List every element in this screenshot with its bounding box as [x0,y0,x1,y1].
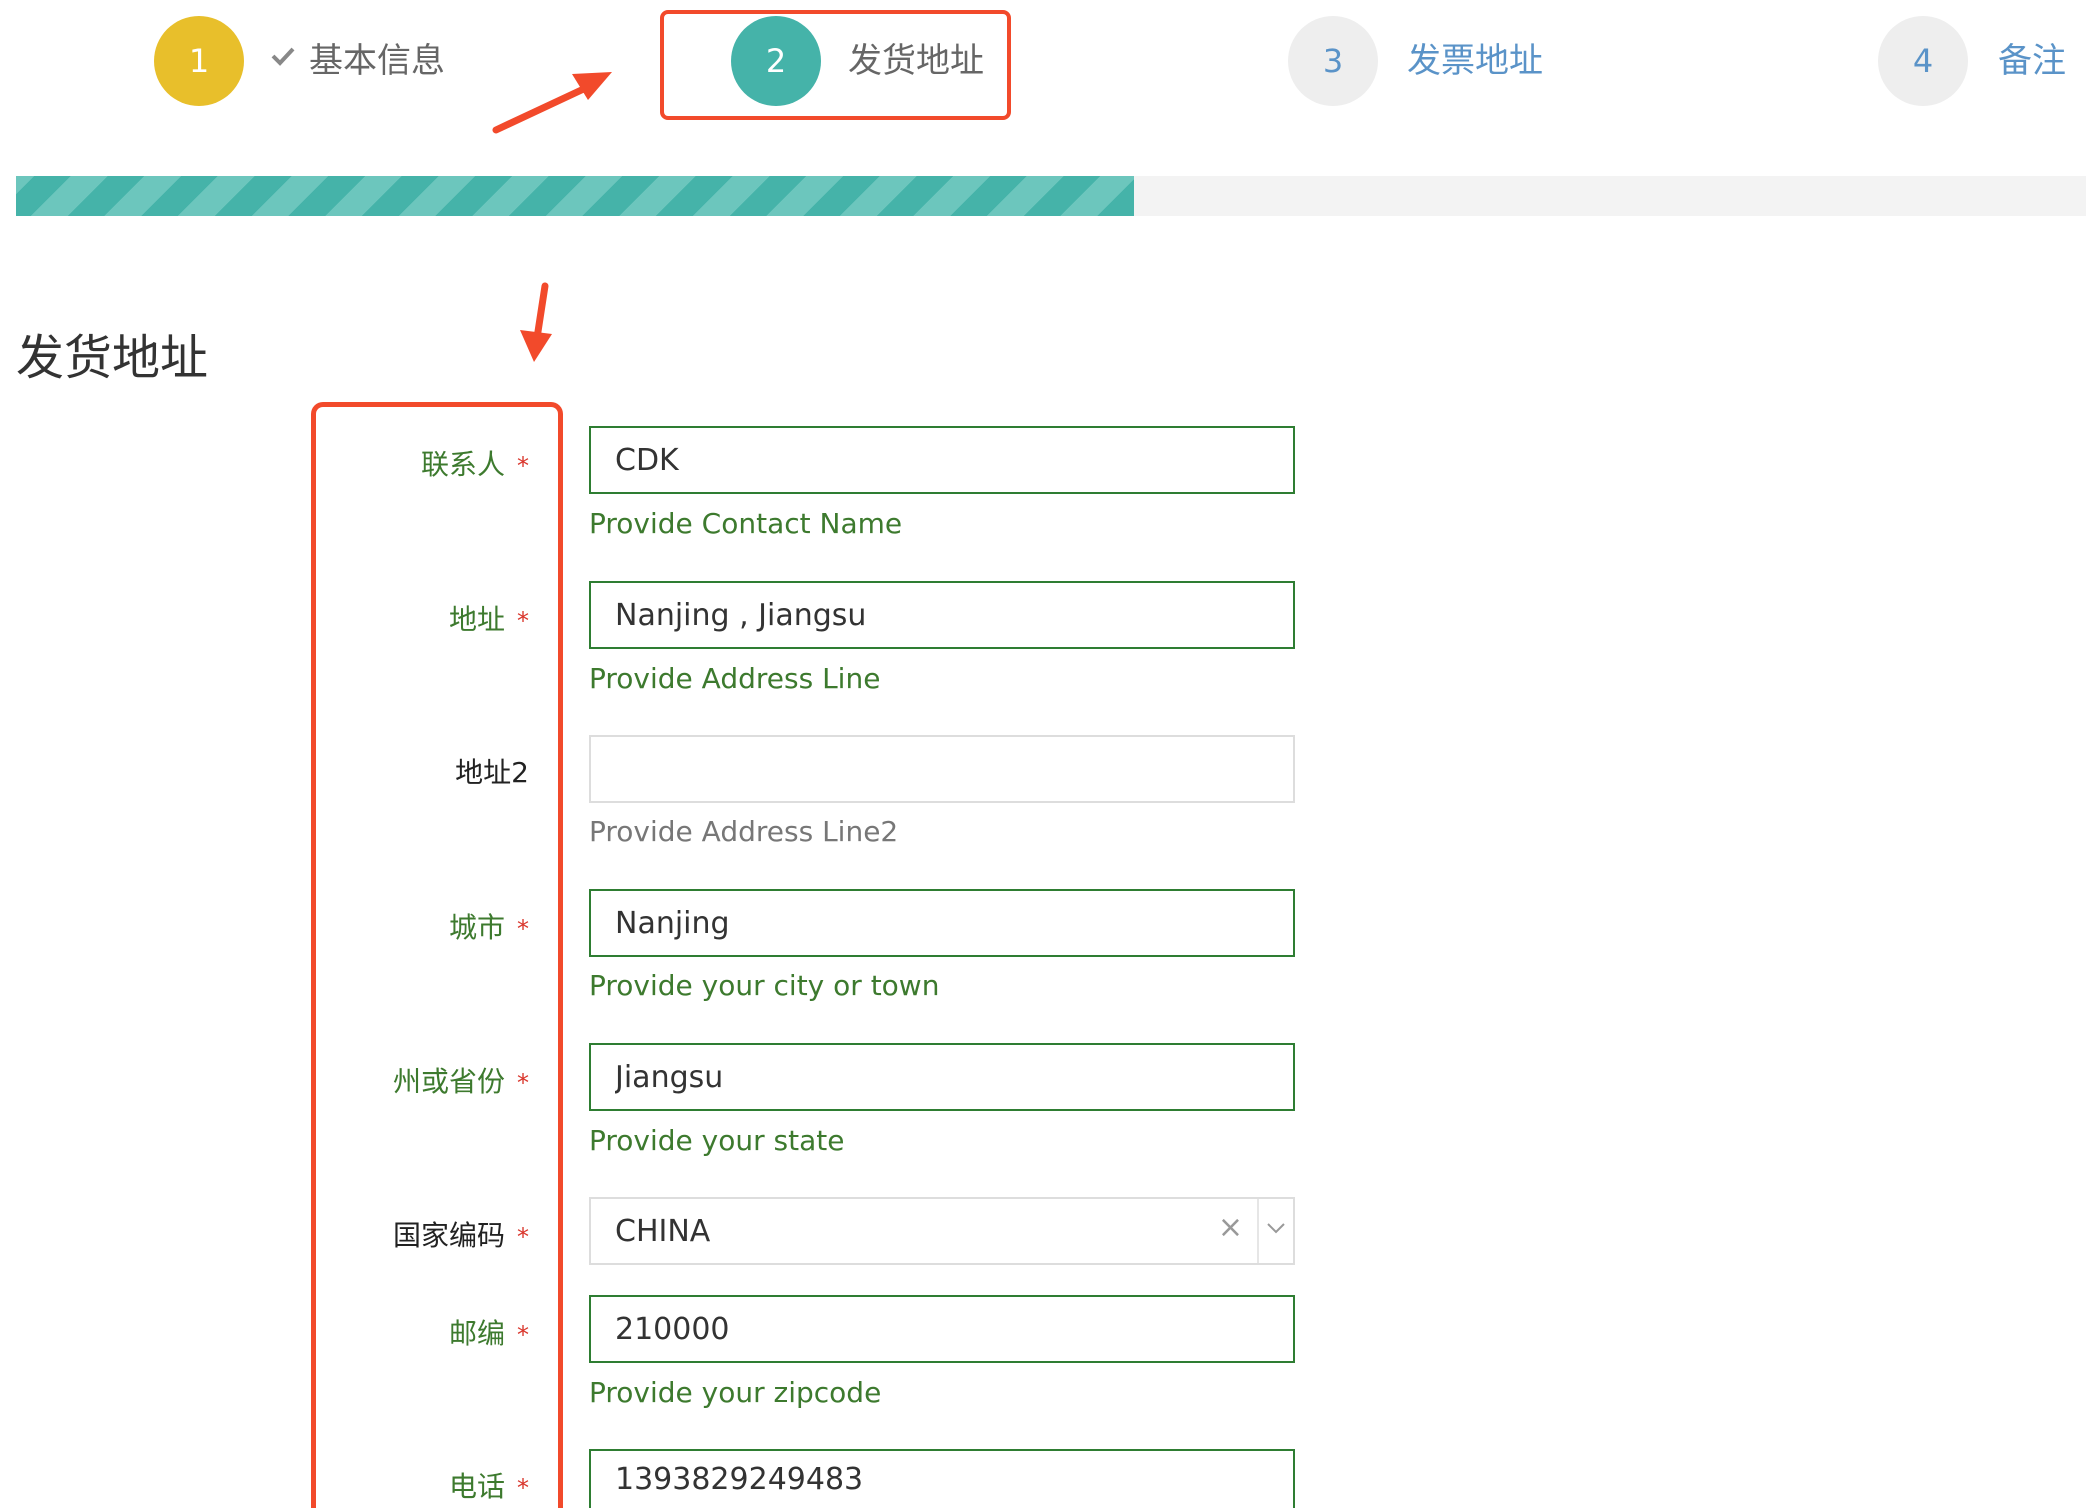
required-mark: * [517,1223,529,1251]
contact-help-text: Provide Contact Name [589,507,903,540]
progress-bar [16,176,2086,216]
step-label-3: 发票地址 [1407,41,1543,81]
country-selected-value: CHINA [615,1214,711,1249]
address-label-text: 地址 [448,603,505,636]
state-label: 州或省份 * [393,1068,529,1096]
phone-label-text: 电话 [448,1470,505,1503]
zipcode-help-text: Provide your zipcode [589,1376,882,1409]
page-title: 发货地址 [16,330,209,386]
address2-help-text: Provide Address Line2 [589,815,899,848]
contact-label: 联系人 * [421,451,529,479]
address2-label: 地址2 [455,759,529,787]
country-code-select[interactable]: CHINA × [589,1197,1295,1265]
step-number-4: 4 [1878,16,1968,106]
country-code-label-text: 国家编码 [392,1219,505,1252]
city-input[interactable] [589,889,1295,957]
zipcode-label-text: 邮编 [448,1317,505,1350]
arrow-to-step-icon [492,72,612,134]
state-input[interactable] [589,1043,1295,1111]
step-label-4: 备注 [1998,41,2066,81]
step-number-3: 3 [1288,16,1378,106]
required-mark: * [517,1321,529,1349]
required-mark: * [517,1069,529,1097]
address-label: 地址 * [449,606,529,634]
zipcode-input[interactable] [589,1295,1295,1363]
city-label-text: 城市 [448,911,505,944]
select-divider [1257,1199,1259,1263]
arrow-to-labels-icon [520,282,552,362]
required-mark: * [517,1474,529,1502]
contact-label-text: 联系人 [420,448,505,481]
city-help-text: Provide your city or town [589,969,940,1002]
state-help-text: Provide your state [589,1124,845,1157]
address2-label-text: 地址2 [455,756,529,789]
city-label: 城市 * [449,914,529,942]
address-help-text: Provide Address Line [589,662,881,695]
required-mark: * [517,915,529,943]
required-mark: * [517,452,529,480]
state-label-text: 州或省份 [392,1065,505,1098]
contact-name-input[interactable] [589,426,1295,494]
clear-icon[interactable]: × [1218,1213,1243,1243]
zipcode-label: 邮编 * [449,1320,529,1348]
address-line-input[interactable] [589,581,1295,649]
phone-label: 电话 * [449,1473,529,1501]
address-line2-input[interactable] [589,735,1295,803]
active-step-highlight-box [660,10,1011,120]
progress-bar-fill [16,176,1134,216]
chevron-down-icon[interactable] [1265,1221,1287,1235]
required-mark: * [517,607,529,635]
phone-input[interactable] [589,1449,1295,1508]
country-code-label: 国家编码 * [393,1222,529,1250]
